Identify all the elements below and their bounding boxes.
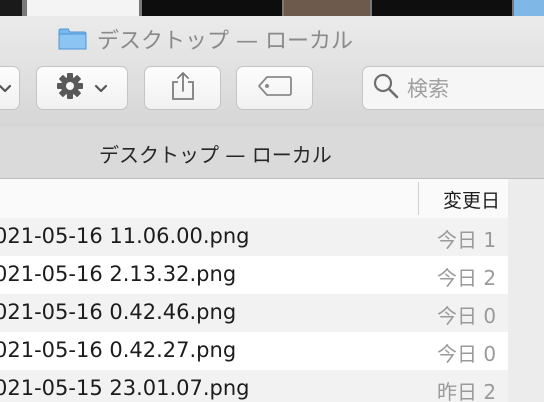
window-title-text: デスクトップ — ローカル [97,29,353,54]
thumbnail [372,0,512,16]
path-bar: デスクトップ — ローカル [0,127,544,179]
action-menu-button[interactable] [36,66,128,110]
file-date: 今日 0 [437,304,497,328]
chevron-down-icon [0,79,12,98]
file-date: 今日 1 [437,228,497,252]
share-icon [170,71,196,105]
file-date: 今日 2 [437,266,497,290]
column-header-date-modified[interactable]: 変更日 [443,186,500,213]
title-bar: デスクトップ — ローカル 検索 [0,16,544,128]
search-field[interactable]: 検索 [362,66,544,110]
file-name: 021-05-15 23.01.07.png [0,376,250,400]
thumbnail [514,0,544,16]
file-name: 021-05-16 11.06.00.png [0,224,250,248]
file-list: 変更日 021-05-16 11.06.00.png 今日 1 021-05-1… [0,179,508,402]
finder-window: デスクトップ — ローカル 検索 デスクトップ — ローカル 変更日 021-0… [0,16,544,402]
window-edge [508,179,544,402]
table-row[interactable]: 021-05-16 2.13.32.png 今日 2 [0,256,508,294]
thumbnail [27,0,139,16]
table-row[interactable]: 021-05-16 11.06.00.png 今日 1 [0,218,508,256]
path-bar-label: デスクトップ — ローカル [99,143,332,167]
gear-icon [56,72,84,104]
file-name: 021-05-16 2.13.32.png [0,262,237,286]
search-placeholder: 検索 [407,77,449,101]
thumbnail [0,0,22,16]
file-date: 昨日 2 [437,380,497,402]
window-title: デスクトップ — ローカル [58,24,353,54]
search-icon [373,73,399,103]
column-divider[interactable] [418,182,419,215]
share-button[interactable] [144,66,221,110]
file-name: 021-05-16 0.42.27.png [0,338,237,362]
list-header: 変更日 [0,179,508,219]
file-date: 今日 0 [437,342,497,366]
table-row[interactable]: 021-05-16 0.42.46.png 今日 0 [0,294,508,332]
table-row[interactable]: 021-05-16 0.42.27.png 今日 0 [0,332,508,370]
file-name: 021-05-16 0.42.46.png [0,300,237,324]
view-options-button[interactable] [0,66,20,110]
folder-icon [58,28,87,50]
chevron-down-icon [94,79,108,98]
thumbnail [284,0,370,16]
tag-icon [257,75,293,101]
tag-button[interactable] [236,66,313,110]
table-row[interactable]: 021-05-15 23.01.07.png 昨日 2 [0,370,508,402]
thumbnail [142,0,282,16]
